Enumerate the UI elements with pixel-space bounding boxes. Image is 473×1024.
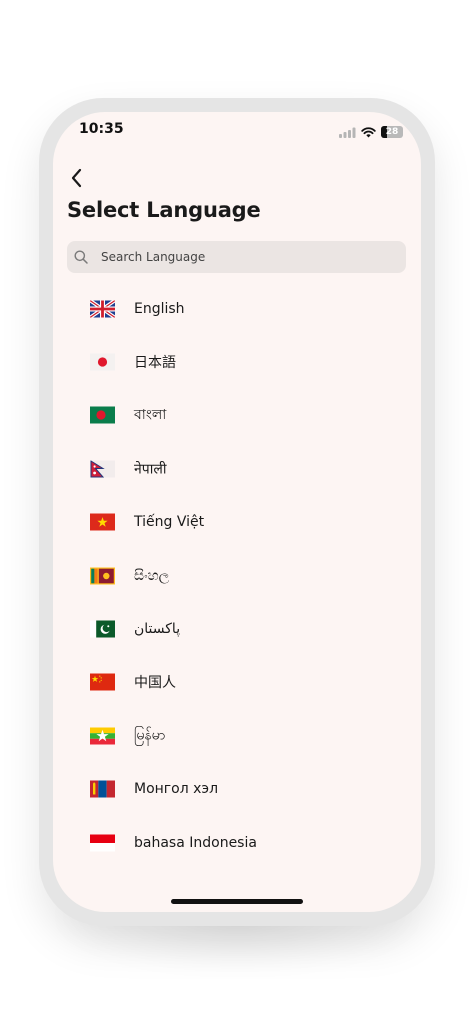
language-label: বাংলা [134,407,167,424]
sri-lanka-flag-icon [90,567,115,585]
bangladesh-flag-icon [90,406,115,424]
search-bar[interactable] [67,241,406,273]
wifi-icon [361,126,376,137]
indonesia-flag-icon [90,834,115,852]
page-title: Select Language [67,198,261,222]
language-label: नेपाली [134,461,167,478]
language-label: Tiếng Việt [134,514,205,531]
language-item-vietnamese[interactable]: Tiếng Việt [53,496,421,549]
myanmar-flag-icon [90,727,115,745]
search-input[interactable] [101,241,397,273]
language-item-sinhala[interactable]: සිංහල [53,549,421,602]
language-item-pakistan[interactable]: پاکستان [53,602,421,655]
cellular-signal-icon [339,127,356,138]
search-icon [74,250,88,264]
language-label: မြန်မာ [134,727,166,744]
language-label: bahasa Indonesia [134,834,257,851]
language-label: پاکستان [134,621,181,638]
vietnam-flag-icon [90,513,115,531]
language-label: සිංහල [134,567,170,584]
language-label: 中国人 [134,675,176,692]
uk-flag-icon [90,300,115,318]
nepal-flag-icon [90,460,115,478]
phone-screen: 10:35 28 Select Language Search Language… [53,112,421,912]
battery-icon: 28 [381,126,403,138]
status-time: 10:35 [79,121,124,137]
home-indicator[interactable] [171,899,303,904]
language-item-chinese[interactable]: 中国人 [53,656,421,709]
language-item-bengali[interactable]: বাংলা [53,389,421,442]
battery-level: 28 [385,127,399,137]
status-icons: 28 [339,126,403,138]
mongolia-flag-icon [90,780,115,798]
language-item-myanmar[interactable]: မြန်မာ [53,709,421,762]
language-label: 日本語 [134,355,176,372]
language-list: English 日本語 বাংলা नेपाली Tiếng Việt සිංහ… [53,282,421,869]
china-flag-icon [90,673,115,691]
language-item-nepali[interactable]: नेपाली [53,442,421,495]
back-button[interactable] [61,162,93,194]
status-bar: 10:35 28 [53,112,421,152]
pakistan-flag-icon [90,620,115,638]
language-item-indonesian[interactable]: bahasa Indonesia [53,816,421,869]
language-label: English [134,300,185,317]
language-label: Монгол хэл [134,781,219,798]
mockup-stage: 10:35 28 Select Language Search Language… [0,0,473,1024]
language-item-english[interactable]: English [53,282,421,335]
language-item-mongolian[interactable]: Монгол хэл [53,763,421,816]
chevron-left-icon [71,168,82,188]
japan-flag-icon [90,353,115,371]
language-item-japanese[interactable]: 日本語 [53,335,421,388]
